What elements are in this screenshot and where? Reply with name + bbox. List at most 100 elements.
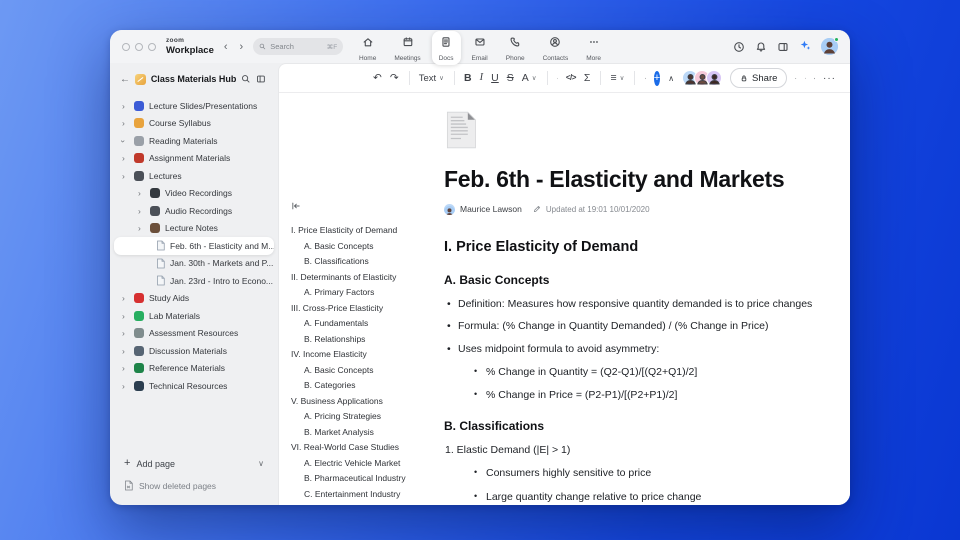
video-camera-icon[interactable] — [795, 73, 797, 84]
doc-block[interactable]: % Change in Price = (P2-P1)/[(P2+P1)/2] — [444, 389, 844, 402]
sidebar-item-lab-materials[interactable]: Lab Materials — [114, 307, 274, 325]
zoom-button[interactable] — [148, 42, 156, 51]
tab-phone[interactable]: Phone — [499, 31, 532, 65]
sidebar-item-course-syllabus[interactable]: Course Syllabus — [114, 115, 274, 133]
add-page-button[interactable]: + Add page ∨ — [124, 458, 264, 469]
underline-button[interactable]: U — [491, 73, 499, 84]
outline-item[interactable]: B. Relationships — [291, 334, 443, 344]
undo-icon[interactable]: ↶ — [373, 73, 382, 84]
sidebar-search-icon[interactable] — [241, 74, 251, 84]
sidebar-item-jan-30th[interactable]: Jan. 30th - Markets and P... — [114, 255, 274, 273]
collaborator-avatars[interactable] — [682, 70, 723, 86]
outline-item[interactable]: B. Market Analysis — [291, 427, 443, 437]
outline-item[interactable]: A. Basic Concepts — [291, 365, 443, 375]
chevron-icon[interactable] — [122, 172, 129, 181]
outline-item[interactable]: VII. Practical Calculations — [291, 504, 443, 505]
outline-item[interactable]: A. Fundamentals — [291, 318, 443, 328]
outline-item[interactable]: B. Categories — [291, 380, 443, 390]
chevron-icon[interactable] — [138, 207, 145, 216]
doc-block[interactable]: Definition: Measures how responsive quan… — [444, 298, 844, 311]
nav-back-button[interactable]: ‹ — [224, 41, 228, 53]
link-icon[interactable] — [556, 73, 558, 84]
chevron-icon[interactable] — [122, 364, 129, 373]
share-button[interactable]: Share — [730, 68, 788, 88]
outline-item[interactable]: I. Price Elasticity of Demand — [291, 225, 443, 235]
chevron-icon[interactable] — [122, 347, 129, 356]
strikethrough-button[interactable]: S — [507, 73, 514, 84]
tab-more[interactable]: More — [579, 31, 608, 65]
insert-plus-button[interactable]: + — [653, 70, 661, 86]
bold-button[interactable]: B — [464, 73, 472, 84]
sidebar-item-reading-materials[interactable]: Reading Materials — [114, 132, 274, 150]
outline-item[interactable]: II. Determinants of Elasticity — [291, 272, 443, 282]
tab-email[interactable]: Email — [465, 31, 495, 65]
outline-item[interactable]: IV. Income Elasticity — [291, 349, 443, 359]
sidebar-item-study-aids[interactable]: Study Aids — [114, 290, 274, 308]
chevron-icon[interactable] — [122, 329, 129, 338]
chevron-icon[interactable] — [122, 312, 129, 321]
tab-docs[interactable]: Docs — [431, 31, 461, 65]
minimize-button[interactable] — [135, 42, 143, 51]
sidebar-back-icon[interactable]: ← — [120, 74, 130, 85]
chevron-icon[interactable] — [122, 119, 129, 128]
outline-item[interactable]: A. Electric Vehicle Market — [291, 458, 443, 468]
outline-item[interactable]: B. Classifications — [291, 256, 443, 266]
redo-icon[interactable]: ↷ — [390, 73, 399, 84]
more-options-icon[interactable]: ··· — [823, 73, 836, 84]
outline-item[interactable]: V. Business Applications — [291, 396, 443, 406]
sidebar-item-lectures[interactable]: Lectures — [114, 167, 274, 185]
sidebar-item-assessment-resources[interactable]: Assessment Resources — [114, 325, 274, 343]
sidebar-item-lecture-slides[interactable]: Lecture Slides/Presentations — [114, 97, 274, 115]
doc-block[interactable]: A. Basic Concepts — [444, 273, 844, 288]
outline-item[interactable]: III. Cross-Price Elasticity — [291, 303, 443, 313]
outline-item[interactable]: A. Basic Concepts — [291, 241, 443, 251]
tab-contacts[interactable]: Contacts — [536, 31, 576, 65]
sidebar-item-discussion-materials[interactable]: Discussion Materials — [114, 342, 274, 360]
doc-block[interactable]: 1. Elastic Demand (|E| > 1) — [444, 444, 844, 457]
sidebar-item-lecture-notes[interactable]: Lecture Notes — [114, 220, 274, 238]
globe-icon[interactable] — [813, 73, 815, 84]
window-controls[interactable] — [122, 42, 156, 51]
close-button[interactable] — [122, 42, 130, 51]
chevron-down-icon[interactable]: ∨ — [258, 459, 264, 468]
collapse-toolbar-icon[interactable]: ∧ — [668, 74, 674, 83]
user-avatar[interactable] — [821, 37, 839, 55]
outline-item[interactable]: B. Pharmaceutical Industry — [291, 473, 443, 483]
chat-icon[interactable] — [804, 73, 806, 84]
nav-forward-button[interactable]: › — [240, 41, 244, 53]
bell-icon[interactable] — [755, 41, 767, 53]
tab-meetings[interactable]: Meetings — [387, 31, 427, 65]
outline-item[interactable]: C. Entertainment Industry — [291, 489, 443, 499]
italic-button[interactable]: I — [480, 72, 484, 84]
text-style-dropdown[interactable]: Text ∨ — [419, 73, 444, 84]
outline-collapse-icon[interactable] — [291, 198, 443, 216]
outline-item[interactable]: VI. Real-World Case Studies — [291, 442, 443, 452]
sidebar-item-jan-23rd[interactable]: Jan. 23rd - Intro to Econo... — [114, 272, 274, 290]
show-deleted-pages-button[interactable]: Show deleted pages — [124, 480, 264, 491]
doc-block[interactable]: Formula: (% Change in Quantity Demanded)… — [444, 320, 844, 333]
panel-icon[interactable] — [777, 41, 789, 53]
doc-block[interactable]: Large quantity change relative to price … — [444, 491, 844, 504]
ai-companion-icon[interactable] — [799, 38, 811, 56]
doc-block[interactable]: % Change in Quantity = (Q2-Q1)/[(Q2+Q1)/… — [444, 366, 844, 379]
tab-home[interactable]: Home — [352, 31, 383, 65]
chevron-icon[interactable] — [138, 224, 145, 233]
outline-item[interactable]: A. Pricing Strategies — [291, 411, 443, 421]
chevron-icon[interactable] — [122, 137, 129, 146]
collaborator-avatar[interactable] — [706, 70, 723, 86]
doc-block[interactable]: B. Classifications — [444, 419, 844, 434]
chevron-icon[interactable] — [138, 189, 145, 198]
list-align-dropdown[interactable]: ≡ ∨ — [611, 73, 625, 84]
chevron-icon[interactable] — [122, 294, 129, 303]
global-search-input[interactable]: Search ⌘F — [253, 38, 344, 55]
history-icon[interactable] — [733, 41, 745, 53]
chevron-icon[interactable] — [122, 154, 129, 163]
outline-item[interactable]: A. Primary Factors — [291, 287, 443, 297]
chevron-icon[interactable] — [122, 382, 129, 391]
sidebar-item-assignment-materials[interactable]: Assignment Materials — [114, 150, 274, 168]
code-icon[interactable]: </> — [566, 74, 577, 82]
sidebar-item-audio-recordings[interactable]: Audio Recordings — [114, 202, 274, 220]
chevron-icon[interactable] — [122, 102, 129, 111]
formula-icon[interactable]: Σ — [584, 73, 591, 84]
sidebar-item-video-recordings[interactable]: Video Recordings — [114, 185, 274, 203]
